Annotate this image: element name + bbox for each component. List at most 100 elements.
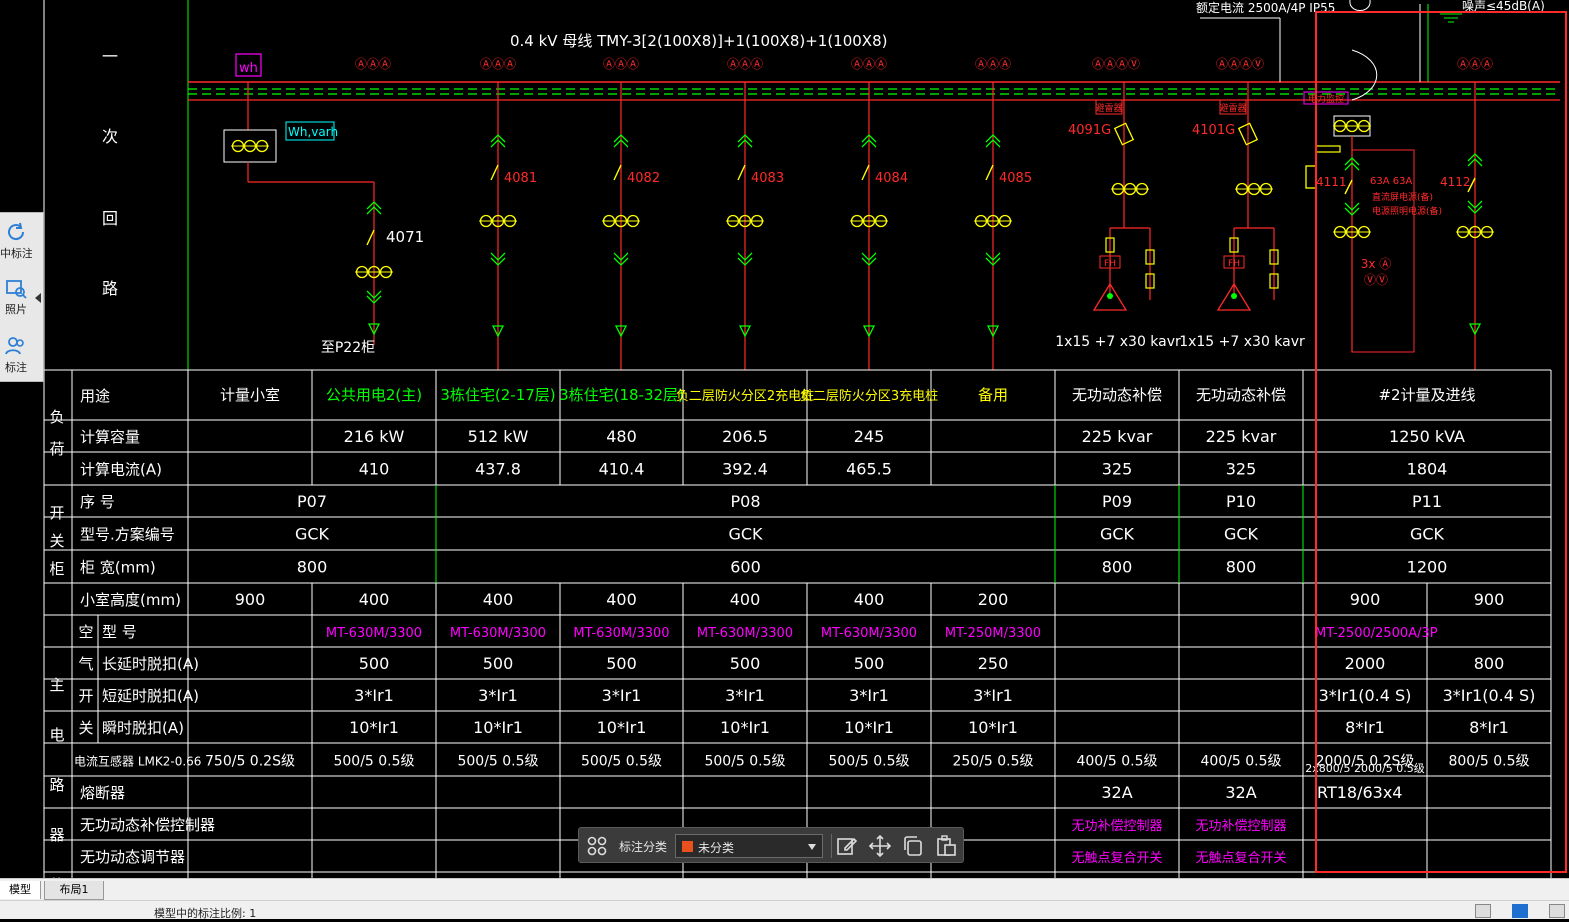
photo-button[interactable]: 照片 (0, 273, 32, 325)
ammeter-label: ⒶⒶⒶ (851, 57, 887, 71)
circuit-id: 4112 (1440, 175, 1471, 189)
capacity-cell: 216 kW (344, 427, 405, 446)
meter-wh-label: wh (239, 61, 258, 76)
width-cell: 600 (730, 558, 761, 577)
row-header-short: 短延时脱扣(A) (102, 687, 199, 705)
row-header-current: 计算电流(A) (80, 461, 162, 479)
current-cell: 1804 (1407, 460, 1448, 479)
circuit-id: 4084 (875, 171, 908, 186)
incomer-rating: 63A 63A (1370, 176, 1412, 187)
height-cell: 400 (359, 590, 390, 609)
model-cell: GCK (728, 525, 763, 544)
status-snap-icon[interactable] (1511, 904, 1528, 918)
fh-label: FH (1104, 259, 1116, 269)
seq-cell: P09 (1102, 492, 1132, 511)
copy-icon[interactable] (901, 834, 925, 858)
short_delay-cell: 3*Ir1(0.4 S) (1319, 686, 1412, 705)
short_delay-cell: 3*Ir1 (354, 686, 394, 705)
group-label-main: 路 (49, 776, 64, 794)
circuit-id: 4081 (504, 171, 537, 186)
breaker_type-cell: MT-630M/3300 (326, 626, 422, 641)
width-cell: 800 (1226, 558, 1257, 577)
circuit-id: 4071 (386, 228, 424, 246)
tab-model[interactable]: 模型 (0, 881, 41, 899)
incomer-note: 直流屏电源(备) (1372, 191, 1433, 203)
ct-cell: 500/5 0.5级 (704, 754, 785, 770)
current-cell: 465.5 (846, 460, 892, 479)
row-header-model: 型号.方案编号 (80, 526, 175, 544)
tab-layout1[interactable]: 布局1 (44, 881, 104, 900)
category-select[interactable]: 未分类 (675, 834, 823, 858)
ctrl-cell: 无功补偿控制器 (1195, 819, 1286, 834)
tag-text: 避雷器 (1095, 102, 1122, 114)
surge-arrester (1305, 165, 1317, 189)
feeder-circuit: 4085 (974, 82, 1032, 370)
fuse (1315, 145, 1341, 153)
row-header-width: 柜 宽(mm) (80, 559, 156, 577)
seq-cell: P07 (297, 492, 327, 511)
row-header-height: 小室高度(mm) (80, 591, 181, 609)
short_delay-cell: 3*Ir1 (478, 686, 518, 705)
model-cell: GCK (1100, 525, 1135, 544)
ct-cell: 800/5 0.5级 (1448, 754, 1529, 770)
height-cell: 400 (606, 590, 637, 609)
model-cell: GCK (1410, 525, 1445, 544)
short_delay-cell: 3*Ir1 (602, 686, 642, 705)
incomer-meter-v: ⓋⓋ (1364, 273, 1388, 287)
annotate-button[interactable]: 中标注 (0, 217, 32, 269)
chevron-down-icon (808, 844, 816, 850)
breaker_type-cell: MT-2500/2500A/3P (1315, 626, 1438, 641)
breaker-contact (613, 164, 622, 181)
ct-cell: 400/5 0.5级 (1076, 754, 1157, 770)
incomer-note: 电源照明电源(备) (1372, 205, 1442, 217)
fuse-cell: 32A (1101, 783, 1132, 802)
move-icon[interactable] (868, 834, 892, 858)
long_delay-cell: 800 (1474, 654, 1505, 673)
edit-icon[interactable] (835, 834, 859, 858)
row-header-type: 型 号 (102, 623, 137, 641)
circuit-id: 4111 (1316, 175, 1347, 189)
short_delay-cell: 3*Ir1 (849, 686, 889, 705)
ct-cell: 750/5 0.2S级 (205, 754, 295, 770)
meter-whvarh-label: Wh,varh (288, 125, 338, 139)
users-annotate-button[interactable]: 标注 (0, 331, 32, 383)
capacitor-node (1107, 293, 1113, 299)
instant-cell: 10*Ir1 (968, 718, 1018, 737)
instant-cell: 10*Ir1 (349, 718, 399, 737)
usage-cell: #2计量及进线 (1378, 386, 1475, 404)
status-icons (1459, 903, 1565, 918)
seq-cell: P08 (730, 492, 760, 511)
height-cell: 400 (483, 590, 514, 609)
status-window-icon[interactable] (1549, 904, 1565, 918)
cable-spec: 1x15 +7 x30 kavr (1055, 334, 1181, 350)
usage-cell: 无功动态补偿 (1072, 386, 1162, 404)
ammeter-label: ⒶⒶⒶ (480, 57, 516, 71)
instant-cell: 10*Ir1 (720, 718, 770, 737)
row-header-capacity: 计算容量 (80, 428, 140, 446)
annotate-label: 中标注 (0, 247, 32, 260)
ammeter-labels: ⒶⒶⒶ ⒶⒶⒶ ⒶⒶⒶ ⒶⒶⒶ ⒶⒶⒶ ⒶⒶⒶ ⒶⒶⒶⓋ ⒶⒶⒶⓋ ⒶⒶⒶ (355, 57, 1493, 71)
paste-icon[interactable] (934, 834, 958, 858)
circuit-destination: 至P22柜 (321, 340, 375, 356)
cad-drawing-canvas[interactable]: 一 次 回 路 0.4 kV 母线 TMY-3[2(100X8)]+1(100X… (0, 0, 1569, 878)
circuits-layer: 4081 4082 4083 4084 4085 4071 至P22柜 避雷器 4091G FH 1… (223, 0, 1494, 370)
ammeter-label: ⒶⒶⒶ (355, 57, 391, 71)
ammeter-label: ⒶⒶⒶⓋ (1216, 57, 1264, 71)
height-cell: 900 (1474, 590, 1505, 609)
height-cell: 900 (235, 590, 266, 609)
frame-lines (43, 0, 1551, 878)
row-header-seq: 序 号 (80, 493, 115, 511)
subgroup-label-breaker: 关 (78, 719, 93, 737)
grid-menu-icon[interactable] (585, 834, 609, 858)
collapse-arrow-icon[interactable] (35, 293, 41, 303)
short_delay-cell: 3*Ir1 (725, 686, 765, 705)
busbar-spec: 0.4 kV 母线 TMY-3[2(100X8)]+1(100X8)+1(100… (510, 32, 887, 50)
short_delay-cell: 3*Ir1 (973, 686, 1013, 705)
breaker_type-cell: MT-630M/3300 (697, 626, 793, 641)
photo-label: 照片 (5, 303, 27, 316)
capacity-cell: 206.5 (722, 427, 768, 446)
spec-table: 负荷开关柜主电路器件空气开关用途计算容量计算电流(A)序 号型号.方案编号柜 宽… (44, 369, 1552, 878)
status-grid-icon[interactable] (1474, 904, 1491, 918)
feeder-circuit: 4084 (850, 82, 908, 370)
circuit-id: 4083 (751, 171, 784, 186)
